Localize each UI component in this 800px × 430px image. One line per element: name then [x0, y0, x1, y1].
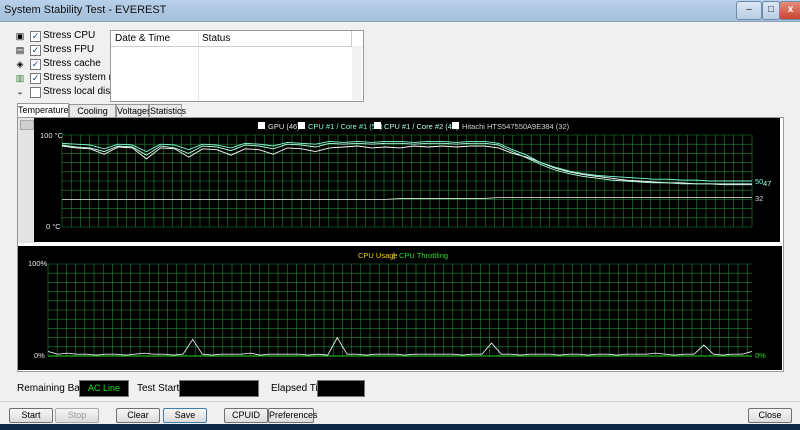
stress-fpu-label: Stress FPU	[43, 44, 95, 55]
fpu-icon: ▤	[15, 45, 25, 55]
cpu-y-top-label: 100%	[28, 259, 48, 268]
window-title: System Stability Test - EVEREST	[4, 4, 167, 16]
temp-y-bottom-label: 0 °C	[46, 222, 61, 231]
cpu-usage-chart: CPU Usage | CPU Throttling 100% 0% 0%	[18, 246, 782, 370]
stop-button[interactable]: Stop	[55, 408, 99, 423]
stress-cpu-label: Stress CPU	[43, 30, 96, 41]
legend-disk: Hitachi HTS547550A9E384 (32)	[462, 122, 570, 131]
legend-checkbox-gpu[interactable]	[258, 122, 265, 129]
legend-core2: CPU #1 / Core #2 (47)	[384, 122, 459, 131]
cpu-right-value-label: 0%	[755, 351, 766, 360]
close-window-button[interactable]: x	[779, 1, 800, 20]
title-bar[interactable]: System Stability Test - EVEREST – □ x	[0, 0, 800, 22]
temperature-legend: GPU (46) CPU #1 / Core #1 (50) CPU #1 / …	[258, 122, 570, 131]
save-button[interactable]: Save	[163, 408, 207, 423]
taskbar	[0, 424, 800, 430]
end-label-core2: 47	[763, 179, 771, 188]
sensor-list-scrollbar[interactable]	[18, 118, 35, 243]
close-button[interactable]: Close	[748, 408, 792, 423]
legend-core1: CPU #1 / Core #1 (50)	[308, 122, 383, 131]
cpuid-button[interactable]: CPUID	[224, 408, 268, 423]
log-column-status[interactable]: Status	[202, 33, 230, 44]
stress-fpu-checkbox[interactable]: ✓	[30, 45, 41, 56]
tab-voltages[interactable]: Voltages	[116, 104, 152, 118]
legend-checkbox-core2[interactable]	[374, 122, 381, 129]
temperature-grid	[61, 134, 753, 228]
log-column-datetime[interactable]: Date & Time	[115, 33, 170, 44]
event-log-list[interactable]: Date & Time Status	[110, 30, 364, 102]
preferences-button[interactable]: Preferences	[268, 408, 318, 423]
log-header-divider	[351, 31, 352, 46]
stress-cpu-checkbox[interactable]: ✓	[30, 31, 41, 42]
maximize-button[interactable]: □	[762, 1, 780, 20]
battery-value: AC Line	[79, 380, 129, 397]
log-scrollbar[interactable]	[352, 46, 362, 100]
temp-y-top-label: 100 °C	[40, 131, 64, 140]
stress-cache-label: Stress cache	[43, 58, 101, 69]
clear-button[interactable]: Clear	[116, 408, 160, 423]
test-started-value	[179, 380, 259, 397]
stress-disks-checkbox[interactable]	[30, 87, 41, 98]
legend-checkbox-core1[interactable]	[298, 122, 305, 129]
start-button[interactable]: Start	[9, 408, 53, 423]
legend-separator: |	[393, 251, 395, 260]
sensor-list-scroll-thumb[interactable]	[20, 120, 34, 130]
stability-test-window: System Stability Test - EVEREST – □ x ▣ …	[0, 0, 800, 430]
cpu-y-bottom-label: 0%	[34, 351, 45, 360]
memory-icon: ▥	[15, 73, 25, 83]
legend-gpu: GPU (46)	[268, 122, 300, 131]
cpu-icon: ▣	[15, 31, 25, 41]
minimize-button[interactable]: –	[736, 1, 762, 20]
tab-temperatures[interactable]: Temperatures	[17, 103, 73, 118]
legend-checkbox-disk[interactable]	[452, 122, 459, 129]
cpu-series-0	[47, 336, 753, 356]
cpu-usage-grid	[47, 263, 752, 357]
stress-disks-label: Stress local disks	[43, 86, 121, 97]
end-label-disk: 32	[755, 194, 763, 203]
disk-icon: ◒	[17, 87, 23, 97]
temperature-chart: GPU (46) CPU #1 / Core #1 (50) CPU #1 / …	[34, 118, 780, 242]
legend-cpu-usage: CPU Usage	[358, 251, 398, 260]
temperature-series	[61, 140, 752, 200]
log-header: Date & Time Status	[111, 31, 363, 47]
legend-cpu-throttling: CPU Throttling	[399, 251, 448, 260]
log-column-divider	[198, 31, 199, 101]
cache-icon: ◈	[16, 59, 24, 69]
tab-statistics[interactable]: Statistics	[149, 104, 186, 118]
footer-divider	[0, 401, 800, 402]
stress-memory-checkbox[interactable]: ✓	[30, 73, 41, 84]
tab-cooling-fans[interactable]: Cooling Fans	[69, 104, 116, 129]
temp-series-2	[61, 142, 752, 185]
stress-cache-checkbox[interactable]: ✓	[30, 59, 41, 70]
elapsed-time-value	[317, 380, 365, 397]
